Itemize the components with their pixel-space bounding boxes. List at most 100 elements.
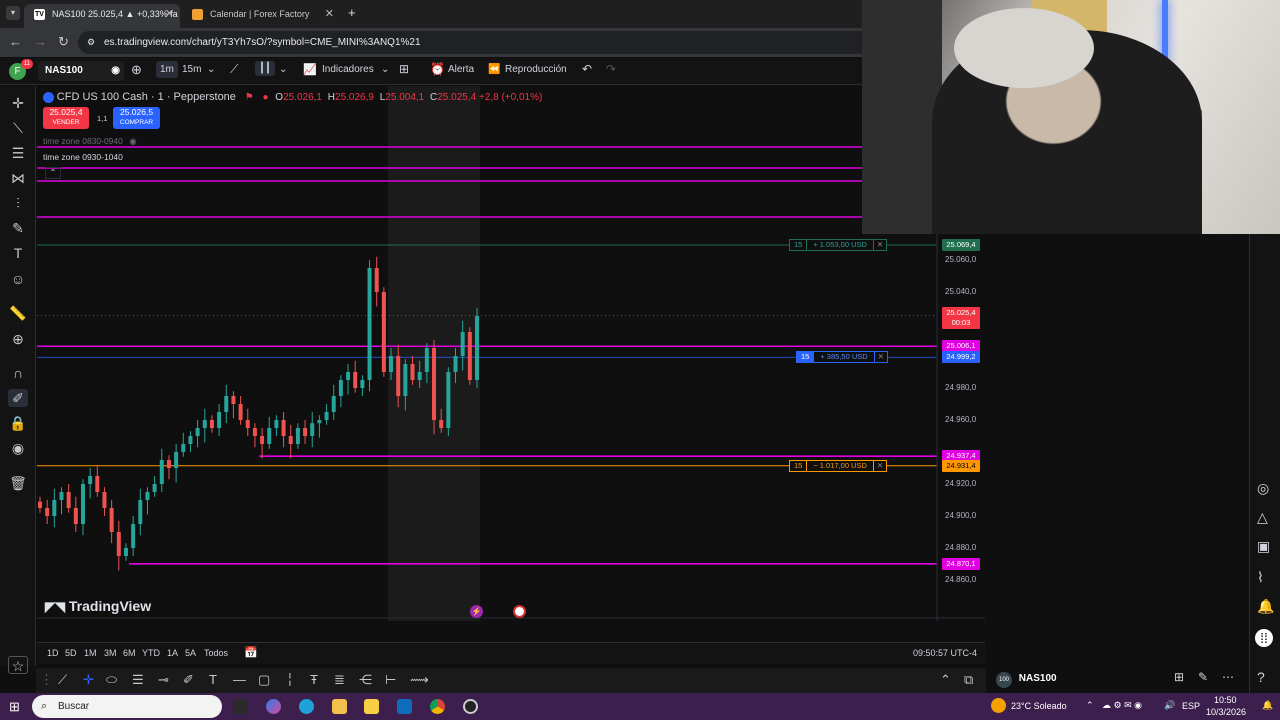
indicator-tz1[interactable]: time zone 0830-0940 ◉ — [43, 136, 137, 147]
magnet-icon[interactable]: ∩ — [8, 364, 28, 382]
grid-icon[interactable]: ⊞ — [1174, 670, 1184, 684]
add-symbol-icon[interactable]: ⊕ — [131, 62, 142, 78]
alert-icon[interactable]: ⏰ — [430, 62, 445, 76]
range-1m[interactable]: 1M — [84, 648, 97, 658]
range-todos[interactable]: Todos — [204, 648, 228, 658]
trendline-icon[interactable]: ⟍ — [8, 119, 28, 137]
favorites-star-icon[interactable]: ☆ — [8, 656, 28, 674]
language-indicator[interactable]: ESP — [1182, 701, 1200, 711]
chevron-down-icon[interactable]: ⌄ — [381, 64, 389, 75]
ray-tool-icon[interactable]: — — [233, 672, 246, 687]
range-ytd[interactable]: YTD — [142, 648, 160, 658]
sell-button[interactable]: 25.025,4 VENDER — [43, 107, 89, 129]
undo-icon[interactable]: ↶ — [582, 62, 592, 76]
clock-date[interactable]: 10/3/2026 — [1206, 707, 1246, 717]
layers-icon[interactable]: △ — [1257, 509, 1268, 526]
line-tool-icon[interactable]: ⟋ — [58, 672, 67, 688]
range-6m[interactable]: 6M — [123, 648, 136, 658]
symbol-details-icon[interactable]: ◉ — [111, 61, 120, 81]
task-view-icon[interactable] — [233, 699, 248, 714]
weather-text[interactable]: 23°C Soleado — [1011, 701, 1067, 711]
apps-icon[interactable]: ⁞⁞ — [1255, 629, 1273, 647]
indicators-icon[interactable]: 📈 — [303, 63, 317, 76]
projection-icon[interactable]: ⫶ — [8, 194, 28, 212]
close-icon[interactable]: ✕ — [325, 4, 334, 24]
store-icon[interactable] — [364, 699, 379, 714]
range-5d[interactable]: 5D — [65, 648, 77, 658]
tag-take-profit[interactable]: 25.069,4 — [942, 238, 980, 251]
chrome-icon[interactable] — [430, 699, 445, 714]
eye-icon[interactable]: ◉ — [129, 136, 136, 146]
price-chart[interactable]: CFD US 100 Cash · 1 · Pepperstone ⚑ ● O2… — [37, 86, 985, 621]
note-tool-icon[interactable]: Ŧ — [310, 672, 318, 687]
tray-chevron-up-icon[interactable]: ⌃ — [1086, 700, 1094, 711]
chevron-down-icon[interactable]: ⌄ — [207, 64, 215, 75]
clock-time[interactable]: 10:50 — [1214, 695, 1237, 705]
redo-icon[interactable]: ↷ — [606, 62, 616, 76]
crosshair-icon[interactable]: ✛ — [8, 94, 28, 112]
chevron-down-icon[interactable]: ⌄ — [279, 64, 287, 75]
copilot-icon[interactable] — [266, 699, 281, 714]
lock-icon[interactable]: 🔒 — [8, 414, 28, 432]
volume-icon[interactable]: 🔊 — [1164, 700, 1175, 711]
buy-button[interactable]: 25.026,5 COMPRAR — [113, 107, 160, 129]
indicator-tz2-label[interactable]: time zone 0930-1040 — [43, 152, 123, 162]
pitchfork-tool-icon[interactable]: ⋲ — [359, 672, 372, 688]
symbol-search[interactable]: NAS100 ◉ — [38, 61, 124, 81]
brush-tool-icon[interactable]: ✐ — [183, 672, 194, 688]
rect-tool-icon[interactable]: ▢ — [258, 672, 270, 688]
range-1d[interactable]: 1D — [47, 648, 59, 658]
goto-date-icon[interactable]: 📅 — [244, 646, 258, 659]
indicators-button[interactable]: Indicadores — [322, 64, 374, 75]
us-flag-event-icon[interactable] — [513, 605, 526, 618]
edit-icon[interactable]: ✎ — [1198, 670, 1208, 684]
edge-icon[interactable] — [299, 699, 314, 714]
line-chart-icon[interactable]: ⟋ — [230, 62, 238, 77]
windows-start-icon[interactable]: ⊞ — [9, 699, 20, 715]
tag-stop-loss[interactable]: 24.931,4 — [942, 459, 980, 472]
close-icon[interactable]: ✕ — [873, 352, 887, 363]
new-tab-button[interactable]: + — [348, 5, 356, 20]
help-icon[interactable]: ? — [1257, 669, 1265, 685]
ruler-icon[interactable]: 📏 — [8, 304, 28, 322]
drag-handle-icon[interactable]: ⋮ — [40, 672, 53, 688]
file-explorer-icon[interactable] — [332, 699, 347, 714]
range-3m[interactable]: 3M — [104, 648, 117, 658]
target-icon[interactable]: ◎ — [1257, 480, 1269, 497]
tray-apps-icon[interactable]: ☁ ⚙ ✉ ◉ — [1102, 700, 1142, 711]
zoom-icon[interactable]: ⊕ — [8, 330, 28, 348]
close-icon[interactable]: ✕ — [872, 239, 886, 250]
chevron-up-icon[interactable]: ⌃ — [940, 672, 951, 688]
tag-current-price[interactable]: 25.025,4 00:03 — [942, 307, 980, 330]
reload-icon[interactable]: ↻ — [58, 34, 69, 50]
brush-icon[interactable]: ✎ — [8, 219, 28, 237]
range-5a[interactable]: 5A — [185, 648, 196, 658]
vline-tool-icon[interactable]: ╎ — [286, 672, 294, 688]
tab-list-dropdown[interactable]: ▾ — [6, 6, 20, 20]
position-order-box[interactable]: 15 + 385,50 USD ✕ — [796, 351, 888, 364]
collapse-legend-icon[interactable]: ⌃ — [45, 167, 61, 179]
outlook-icon[interactable] — [397, 699, 412, 714]
browser-tab-tradingview[interactable]: TV NAS100 25.025,4 ▲ +0,33% fa ✕ — [24, 4, 180, 28]
position-order-box[interactable]: 15 − 1.017,00 USD ✕ — [789, 459, 888, 472]
bell-icon[interactable]: 🔔 — [1257, 598, 1274, 615]
ellipse-tool-icon[interactable]: ⬭ — [106, 672, 117, 688]
alert-button[interactable]: Alerta — [448, 64, 474, 75]
fib-tool-icon[interactable]: ☰ — [132, 672, 144, 688]
emoji-icon[interactable]: ☺ — [8, 270, 28, 288]
fib-icon[interactable]: ☰ — [8, 144, 28, 162]
text-icon[interactable]: T — [8, 244, 28, 262]
text-tool-icon[interactable]: T — [209, 672, 217, 687]
weather-icon[interactable] — [991, 698, 1006, 713]
interval-15m[interactable]: 15m — [182, 64, 201, 75]
notification-bell-icon[interactable]: 🔔 — [1262, 700, 1273, 711]
signal-icon[interactable]: ⌇ — [1257, 569, 1264, 586]
position-order-box[interactable]: 15 + 1.053,00 USD ✕ — [789, 238, 888, 251]
lightning-event-icon[interactable]: ⚡ — [470, 605, 483, 618]
pattern-icon[interactable]: ⋈ — [8, 169, 28, 187]
hline-tool-icon[interactable]: ⊸ — [158, 672, 169, 688]
drawing-mode-icon[interactable]: ✐ — [8, 389, 28, 407]
trash-icon[interactable]: 🗑 — [8, 474, 28, 492]
more-icon[interactable]: ⋯ — [1222, 670, 1234, 684]
close-icon[interactable]: ✕ — [872, 460, 886, 471]
